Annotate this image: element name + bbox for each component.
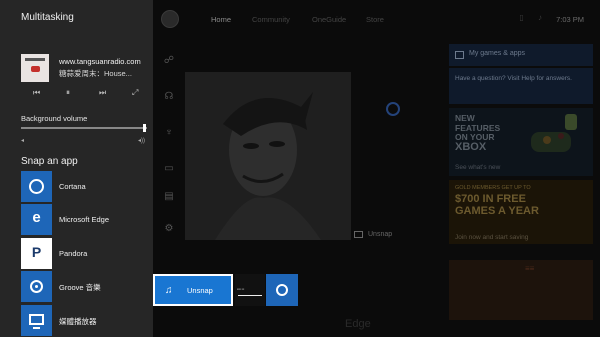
cortana-icon (21, 171, 52, 202)
volume-high-icon: ◂)) (138, 138, 146, 144)
snap-an-app-heading: Snap an app (21, 156, 78, 167)
now-playing-source: www.tangsuanradio.com (59, 57, 141, 66)
now-playing-album-art (21, 54, 49, 82)
cortana-icon (276, 284, 288, 296)
snap-app-groove[interactable]: Groove 音樂 (21, 271, 153, 302)
panel-title: Multitasking (21, 12, 74, 23)
gold-offer-heading: $700 IN FREE GAMES A YEAR (455, 193, 539, 217)
music-note-icon: ♫ (165, 285, 173, 296)
background-volume-label: Background volume (21, 114, 88, 123)
dashboard-unsnap[interactable]: Unsnap (351, 228, 447, 242)
section-heading: Edge (345, 318, 371, 330)
previous-track-icon[interactable]: ⏮ (33, 88, 40, 98)
pandora-icon: P (21, 238, 52, 269)
achievements-icon[interactable]: ♆ (162, 126, 176, 140)
snap-app-pandora[interactable]: P Pandora (21, 238, 153, 269)
edge-icon: e (21, 204, 52, 235)
now-playing-hero-image[interactable] (185, 72, 351, 240)
snap-app-media-player[interactable]: 媒體播放器 (21, 305, 153, 336)
multitasking-panel: Multitasking www.tangsuanradio.com 糖蒜爱周末… (0, 0, 153, 337)
avatar[interactable] (161, 10, 179, 28)
messages-icon[interactable]: ▭ (162, 162, 176, 176)
settings-icon[interactable]: ⚙ (162, 222, 176, 236)
status-icons: ▯ ♪ (519, 13, 548, 22)
hero-portrait-art (185, 72, 351, 240)
thumbnail-progress (238, 295, 262, 296)
tab-oneguide[interactable]: OneGuide (312, 15, 346, 24)
new-features-figure (531, 114, 577, 152)
volume-slider-thumb[interactable] (142, 124, 146, 132)
cortana-thumbnail[interactable] (266, 274, 298, 306)
tab-community[interactable]: Community (252, 15, 290, 24)
clock: 7:03 PM (556, 15, 584, 24)
snap-app-cortana[interactable]: Cortana (21, 171, 153, 202)
groove-icon (21, 271, 52, 302)
my-games-tile[interactable]: My games & apps (449, 44, 593, 66)
party-icon[interactable]: ☊ (162, 90, 176, 104)
game-promo-banner: ≡≡ (525, 264, 535, 273)
cortana-ring-icon (386, 102, 400, 116)
new-features-tile[interactable]: NEW FEATURES ON YOUR XBOX See what's new (449, 108, 593, 176)
volume-low-icon: ◂ (21, 138, 25, 144)
thumbnail-caption: ▪▪▪▪ ▪▪ (237, 287, 245, 291)
games-library-icon (455, 51, 464, 59)
pause-icon[interactable]: ⏸ (66, 88, 70, 98)
snap-app-microsoft-edge[interactable]: e Microsoft Edge (21, 204, 153, 235)
media-player-icon (21, 305, 52, 336)
background-volume-slider[interactable] (21, 127, 147, 129)
gold-offer-tile[interactable]: GOLD MEMBERS GET UP TO $700 IN FREE GAME… (449, 180, 593, 244)
game-promo-tile[interactable]: ≡≡ (449, 260, 593, 320)
snap-window-icon (354, 231, 363, 238)
tab-store[interactable]: Store (366, 15, 384, 24)
chat-icon[interactable]: ▤ (162, 190, 176, 204)
tab-home[interactable]: Home (211, 15, 231, 24)
friends-icon[interactable]: ☍ (162, 54, 176, 68)
new-features-heading: NEW FEATURES ON YOUR XBOX (455, 113, 501, 153)
now-playing-track: 糖蒜爱周末：House... (59, 69, 132, 78)
next-track-icon[interactable]: ⏭ (99, 88, 106, 98)
dashboard-topbar: Home Community OneGuide Store ▯ ♪ 7:03 P… (153, 0, 600, 40)
music-app-thumbnail[interactable]: ▪▪▪▪ ▪▪ (235, 274, 265, 306)
unsnap-button[interactable]: ♫ Unsnap (153, 274, 233, 306)
expand-icon[interactable]: ⤢ (132, 88, 138, 98)
help-tile[interactable]: Have a question? Visit Help for answers. (449, 68, 593, 104)
